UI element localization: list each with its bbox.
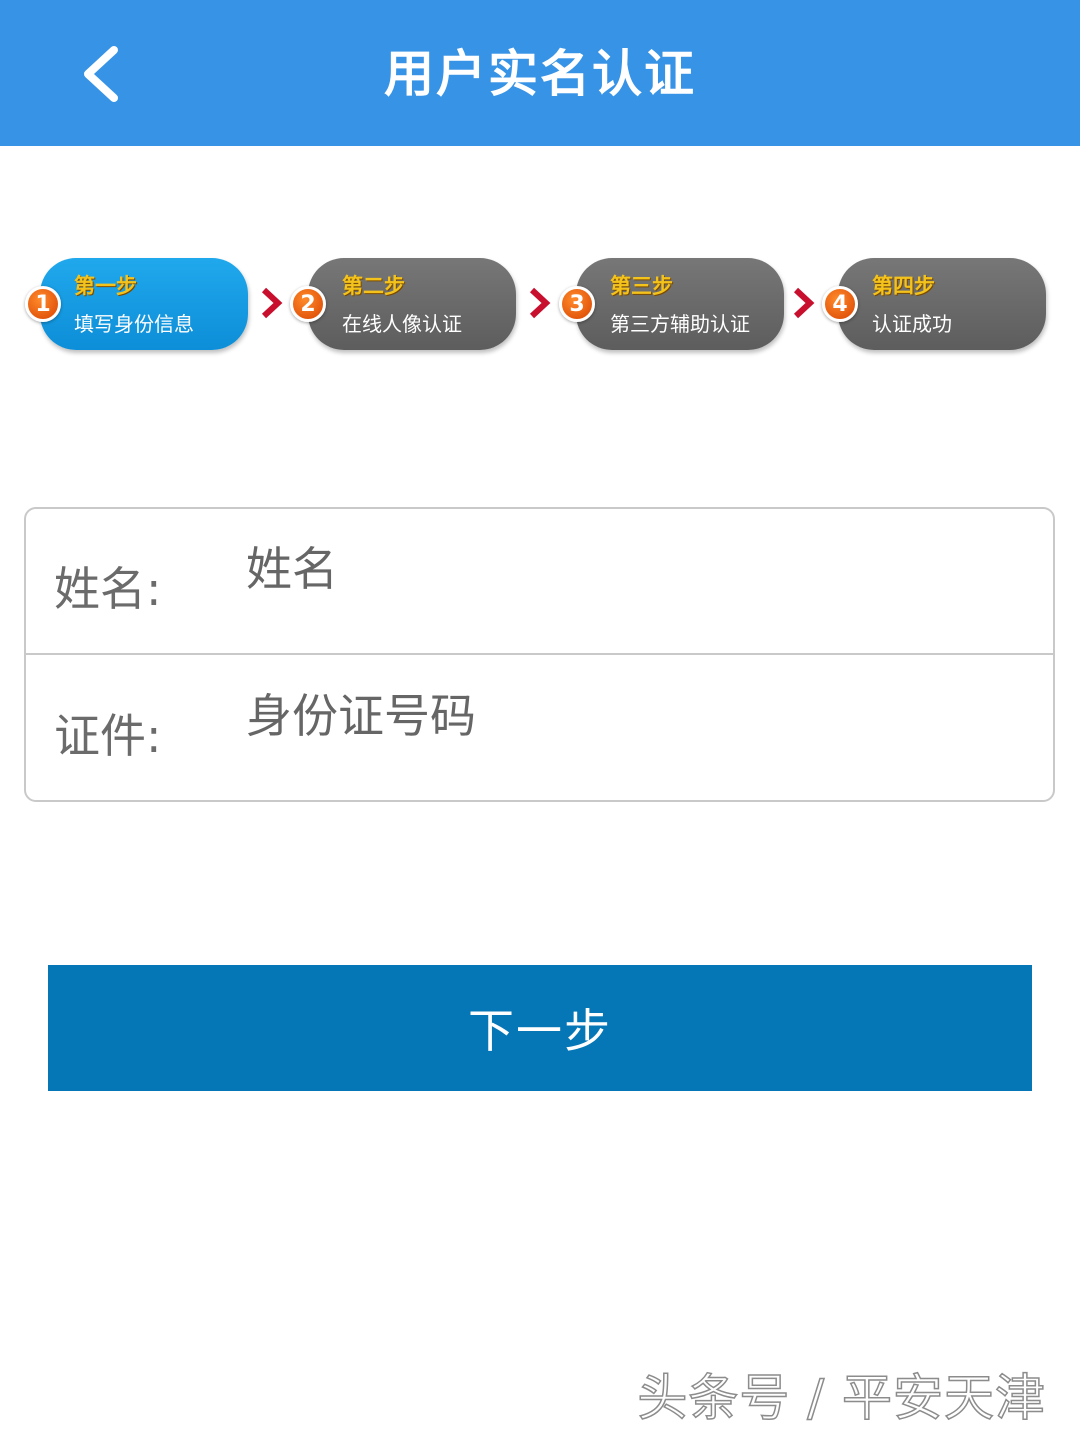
id-label: 证件: xyxy=(54,709,162,763)
step-label: 在线人像认证 xyxy=(342,312,462,336)
step-label: 第三方辅助认证 xyxy=(610,312,750,336)
id-number-input[interactable] xyxy=(246,680,1026,752)
app-header: 用户实名认证 xyxy=(0,0,1080,146)
step-3: 第三步 第三方辅助认证 xyxy=(576,258,784,350)
step-title: 第一步 xyxy=(74,274,137,298)
step-arrow-icon xyxy=(793,287,815,319)
step-number-badge: 2 xyxy=(290,286,326,322)
step-1: 第一步 填写身份信息 xyxy=(40,258,248,350)
name-row: 姓名: xyxy=(26,509,1053,655)
name-input[interactable] xyxy=(246,533,1026,605)
step-label: 认证成功 xyxy=(872,312,952,336)
page: 用户实名认证 第一步 填写身份信息 1 第二步 在线人像认证 2 第三步 第三方… xyxy=(0,0,1080,1438)
step-4: 第四步 认证成功 xyxy=(838,258,1046,350)
step-2: 第二步 在线人像认证 xyxy=(308,258,516,350)
step-progress: 第一步 填写身份信息 1 第二步 在线人像认证 2 第三步 第三方辅助认证 3 … xyxy=(0,256,1080,352)
step-title: 第三步 xyxy=(610,274,673,298)
step-arrow-icon xyxy=(261,287,283,319)
step-arrow-icon xyxy=(529,287,551,319)
step-title: 第二步 xyxy=(342,274,405,298)
watermark: 头条号 / 平安天津 xyxy=(637,1368,1046,1428)
id-row: 证件: xyxy=(26,656,1053,802)
identity-form: 姓名: 证件: xyxy=(24,507,1055,802)
step-number-badge: 4 xyxy=(822,286,858,322)
step-title: 第四步 xyxy=(872,274,935,298)
page-title: 用户实名认证 xyxy=(384,45,696,103)
next-step-button[interactable]: 下一步 xyxy=(48,965,1032,1091)
step-label: 填写身份信息 xyxy=(74,312,194,336)
name-label: 姓名: xyxy=(54,562,162,616)
step-number-badge: 1 xyxy=(25,286,61,322)
step-number-badge: 3 xyxy=(559,286,595,322)
